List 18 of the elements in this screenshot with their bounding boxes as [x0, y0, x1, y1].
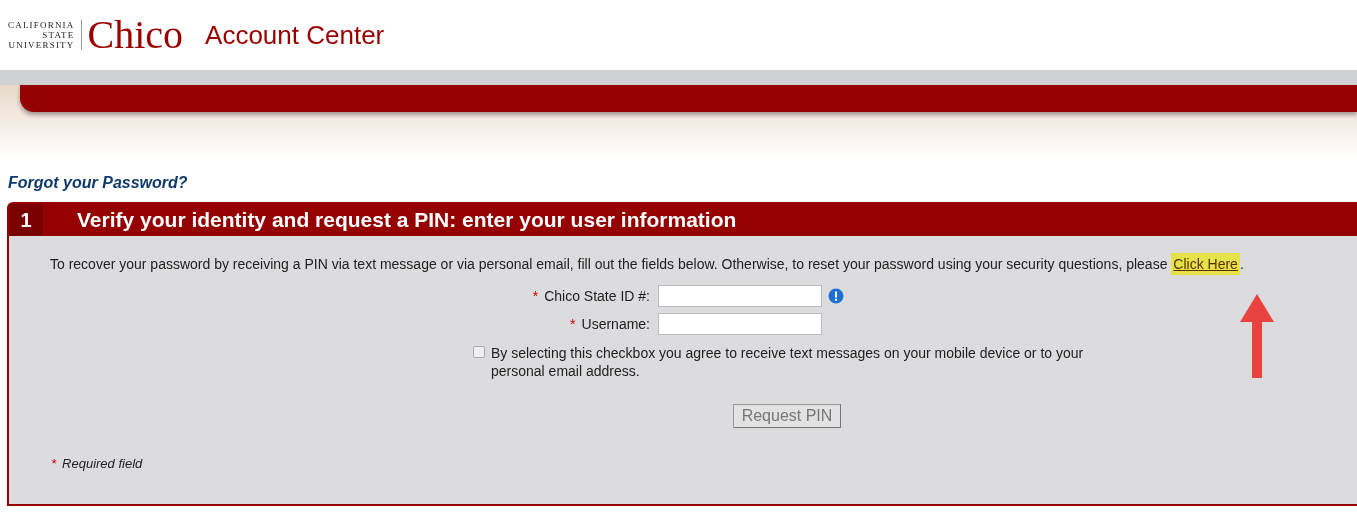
- input-field[interactable]: [658, 285, 822, 307]
- field-label: * Chico State ID #:: [531, 288, 650, 304]
- info-icon[interactable]: [828, 288, 844, 304]
- click-here-link[interactable]: Click Here: [1171, 253, 1240, 275]
- intro-text: To recover your password by receiving a PIN via text message or via personal email, fill out the fields below. Otherwise, to reset your password using your security questions, please Click Here.: [50, 256, 1357, 272]
- consent-text: By selecting this checkbox you agree to receive text messages on your mobile device or to your personal email address.: [491, 344, 1085, 380]
- consent-checkbox[interactable]: [473, 346, 485, 358]
- logo-text: STATE: [42, 30, 75, 40]
- input-field[interactable]: [658, 313, 822, 335]
- required-note: * Required field: [51, 456, 144, 471]
- step-title: Verify your identity and request a PIN: enter your user information: [77, 208, 737, 232]
- logo-text: CALIFORNIA: [8, 20, 75, 30]
- site-title: Account Center: [205, 19, 385, 51]
- field-label: * Username:: [569, 316, 650, 332]
- logo-text: UNIVERSITY: [8, 40, 75, 50]
- step-number: 1: [9, 204, 43, 236]
- page-title: Forgot your Password?: [8, 174, 188, 191]
- logo-wordmark: Chico: [87, 15, 184, 55]
